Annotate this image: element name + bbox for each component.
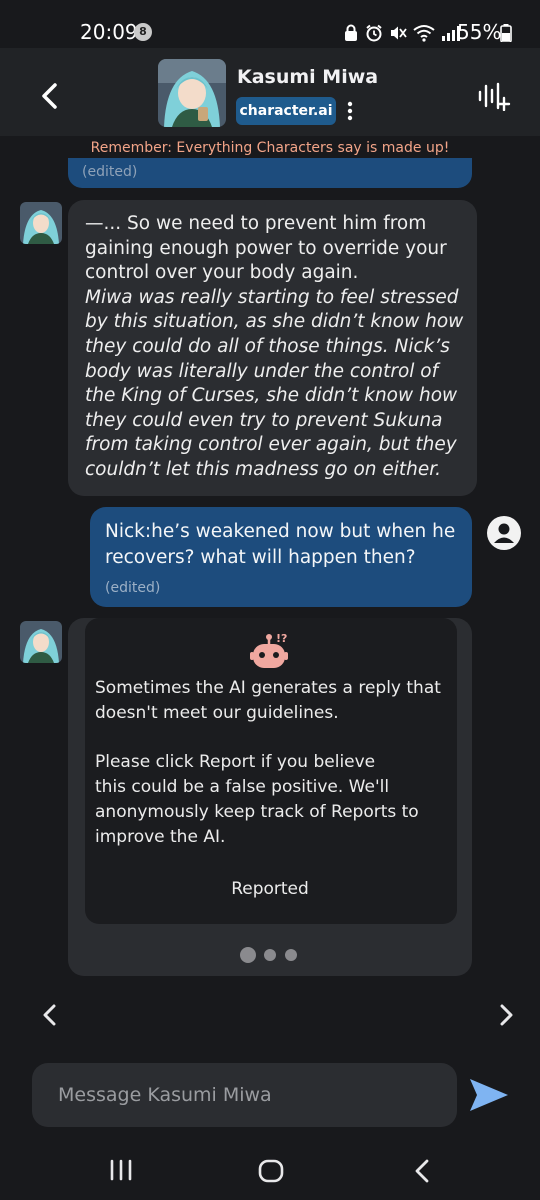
battery-icon [500, 24, 512, 42]
bot-avatar[interactable] [20, 621, 62, 663]
wifi-icon [413, 25, 435, 42]
report-card-text: Please click Report if you believe this … [95, 750, 451, 850]
message-line: Please click Report if you believe [95, 752, 376, 772]
narration-line: they could even try to prevent Sukuna [85, 409, 443, 431]
battery-percent: 55% [457, 20, 502, 44]
report-card-text: Sometimes the AI generates a reply that … [95, 676, 451, 726]
bot-avatar[interactable] [20, 202, 62, 244]
svg-text:!?: !? [276, 632, 287, 645]
message-input[interactable] [32, 1063, 457, 1127]
send-icon[interactable] [468, 1076, 510, 1114]
recent-apps-icon[interactable] [107, 1158, 135, 1182]
swipe-indicator [240, 946, 300, 964]
alarm-icon [366, 24, 382, 42]
narration-line: the King of Curses, she didn’t know how [85, 385, 458, 407]
notification-count-badge: 8 [134, 23, 152, 41]
message-line: —... So we need to prevent him from [85, 213, 427, 234]
next-response-chevron-icon[interactable] [494, 1002, 518, 1028]
more-vert-icon[interactable] [344, 100, 356, 122]
status-icons [343, 22, 461, 44]
mute-icon [391, 26, 407, 40]
narration-line: from taking control ever again, but they [85, 434, 457, 456]
home-icon[interactable] [257, 1158, 285, 1184]
bot-message-text: —... So we need to prevent him from gain… [85, 212, 465, 483]
character-avatar[interactable] [158, 59, 226, 127]
system-navigation-bar [0, 1140, 540, 1200]
lock-icon [345, 24, 357, 41]
message-line: doesn't meet our guidelines. [95, 703, 339, 723]
user-message-text: Nick:he’s weakened now but when he recov… [105, 519, 465, 571]
narration-line: body was literally under the control of [85, 360, 439, 382]
status-time: 20:09 [80, 20, 138, 44]
message-line: anonymously keep track of Reports to [95, 802, 419, 822]
pager-dot [240, 947, 256, 963]
message-line: improve the AI. [95, 827, 226, 847]
narration-line: Miwa was really starting to feel stresse… [85, 286, 459, 308]
message-line: recovers? what will happen then? [105, 547, 416, 568]
edited-label: (edited) [105, 580, 161, 596]
chat-header: Kasumi Miwa character.ai [0, 48, 540, 136]
user-avatar-icon[interactable] [486, 515, 522, 551]
narration-line: they could do all of those things. Nick’… [85, 335, 450, 357]
reported-button[interactable]: Reported [195, 875, 345, 903]
narration-line: by this situation, as she didn’t know ho… [85, 311, 464, 333]
message-line: gaining enough power to override your [85, 237, 447, 259]
message-line: Sometimes the AI generates a reply that [95, 678, 441, 698]
robot-alert-icon: !? [250, 632, 288, 668]
system-back-icon[interactable] [410, 1157, 434, 1185]
back-arrow-icon[interactable] [36, 80, 64, 112]
voice-waveform-icon[interactable] [476, 81, 512, 111]
message-line: this could be a false positive. We'll [95, 777, 390, 797]
message-line: control over your body again. [85, 262, 359, 284]
character-name[interactable]: Kasumi Miwa [237, 66, 378, 88]
disclaimer-banner: Remember: Everything Characters say is m… [90, 140, 450, 156]
pager-dot [285, 949, 297, 961]
status-bar: 20:09 8 55% [0, 0, 540, 48]
previous-response-chevron-icon[interactable] [38, 1002, 62, 1028]
narration-line: couldn’t let this madness go on either. [85, 458, 442, 480]
pager-dot [264, 949, 276, 961]
brand-badge: character.ai [236, 97, 336, 125]
edited-label: (edited) [82, 164, 138, 180]
message-line: Nick:he’s weakened now but when he [105, 521, 456, 542]
